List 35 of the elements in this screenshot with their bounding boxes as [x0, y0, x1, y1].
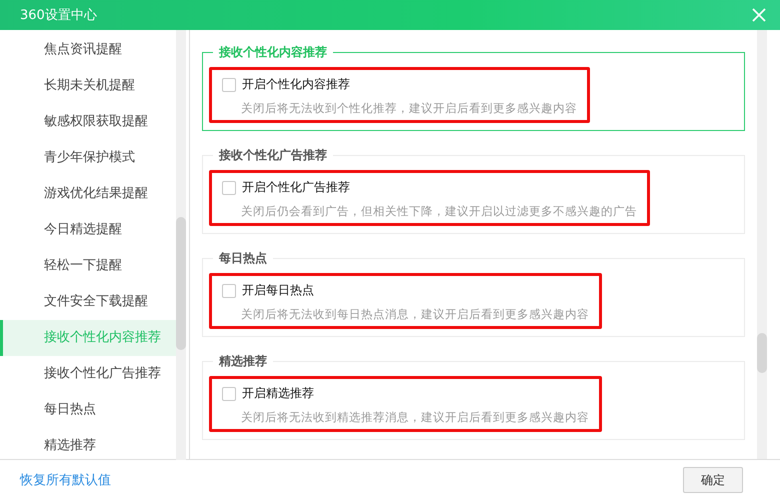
confirm-button[interactable]: 确定: [683, 467, 743, 493]
restore-defaults-link[interactable]: 恢复所有默认值: [20, 471, 111, 489]
sidebar-item[interactable]: 每日热点: [0, 392, 176, 428]
sidebar-item[interactable]: 精选推荐: [0, 428, 176, 460]
scrollbar-thumb[interactable]: [757, 333, 767, 373]
checkbox-label[interactable]: 开启个性化内容推荐: [242, 76, 350, 93]
option-description: 关闭后将无法收到精选推荐消息，建议开启后看到更多感兴趣内容: [241, 410, 589, 425]
option-description: 关闭后将无法收到个性化推荐，建议开启后看到更多感兴趣内容: [241, 101, 577, 116]
sidebar-item[interactable]: 接收个性化广告推荐: [0, 356, 176, 392]
close-icon[interactable]: [752, 8, 766, 22]
sidebar-item[interactable]: 今日精选提醒: [0, 212, 176, 248]
sidebar-item[interactable]: 青少年保护模式: [0, 140, 176, 176]
sidebar-item[interactable]: 焦点资讯提醒: [0, 32, 176, 68]
checkbox-label[interactable]: 开启个性化广告推荐: [242, 179, 350, 196]
window-title: 360设置中心: [20, 7, 98, 24]
scrollbar[interactable]: [757, 30, 767, 459]
section-title: 精选推荐: [213, 353, 273, 370]
scrollbar-thumb[interactable]: [176, 217, 186, 350]
section-title: 接收个性化内容推荐: [213, 44, 333, 61]
checkbox-label[interactable]: 开启每日热点: [242, 282, 314, 299]
sidebar-item[interactable]: 敏感权限获取提醒: [0, 104, 176, 140]
scrollbar[interactable]: [176, 30, 186, 460]
section-title: 每日热点: [213, 250, 273, 267]
sidebar-item[interactable]: 游戏优化结果提醒: [0, 176, 176, 212]
section-title: 接收个性化广告推荐: [213, 147, 333, 164]
sidebar-item[interactable]: 轻松一下提醒: [0, 248, 176, 284]
checkbox[interactable]: [222, 78, 236, 92]
checkbox-label[interactable]: 开启精选推荐: [242, 385, 314, 402]
checkbox[interactable]: [222, 284, 236, 298]
option-description: 关闭后将无法收到每日热点消息，建议开启后看到更多感兴趣内容: [241, 307, 589, 322]
checkbox[interactable]: [222, 386, 236, 400]
checkbox[interactable]: [222, 180, 236, 194]
sidebar-item[interactable]: 长期未关机提醒: [0, 68, 176, 104]
sidebar-item[interactable]: 文件安全下载提醒: [0, 284, 176, 320]
option-description: 关闭后仍会看到广告，但相关性下降，建议开启以过滤更多不感兴趣的广告: [241, 204, 637, 219]
